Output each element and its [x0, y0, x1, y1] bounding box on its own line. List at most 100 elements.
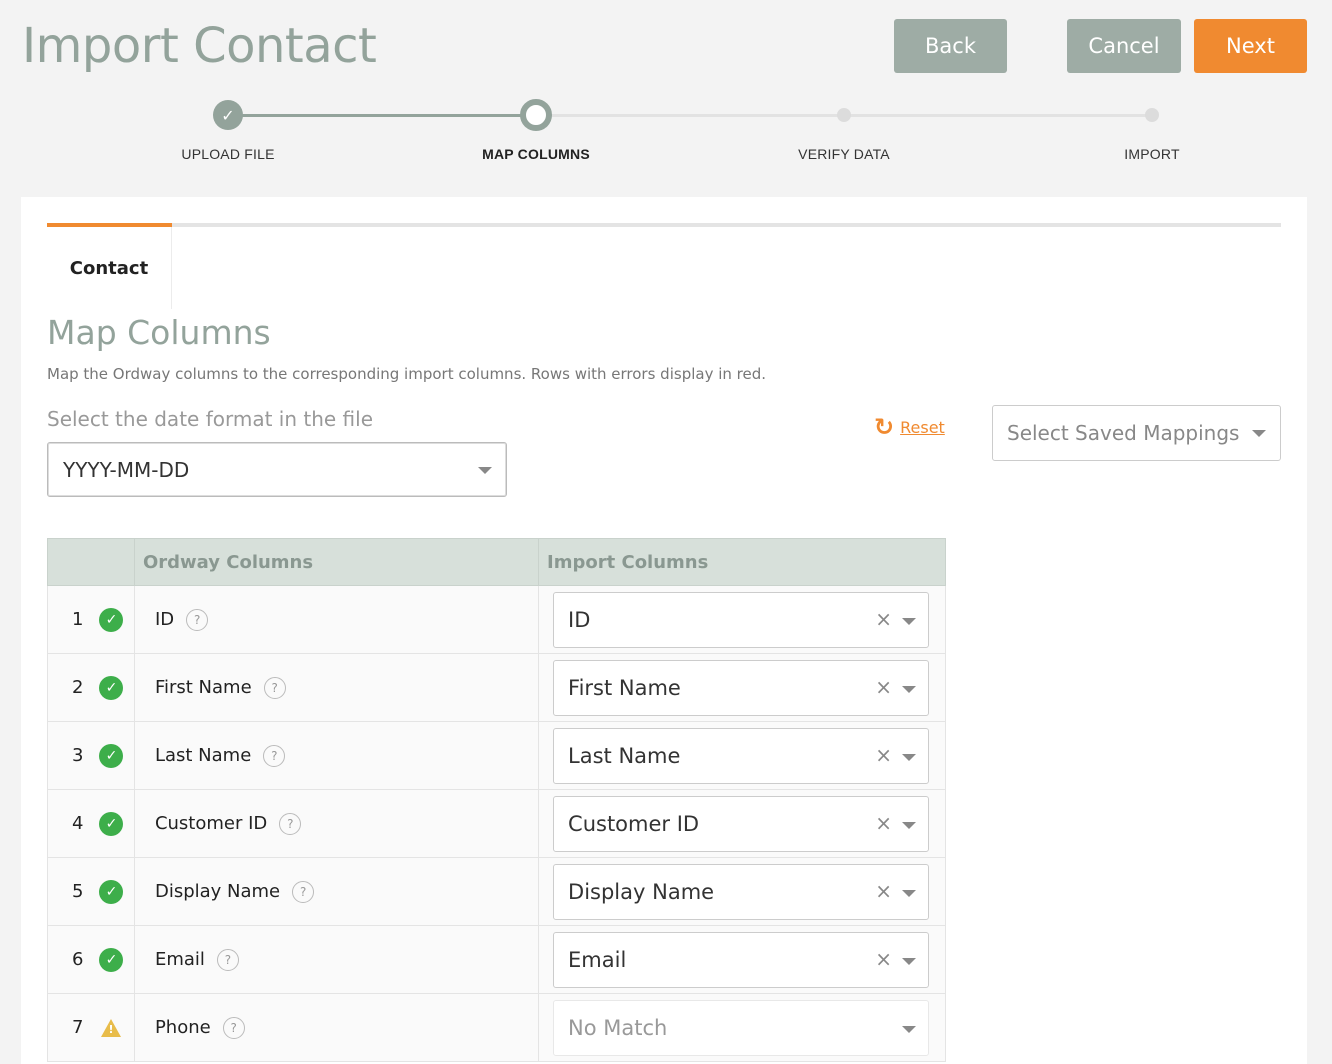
- help-icon[interactable]: ?: [186, 608, 209, 631]
- row-number: 2: [72, 677, 84, 698]
- ordway-column-cell: First Name ?: [133, 653, 540, 722]
- step-current-indicator: [520, 99, 552, 131]
- step-connector: [536, 114, 844, 117]
- saved-mappings-select[interactable]: Select Saved Mappings: [992, 405, 1281, 461]
- ordway-column-name: Customer ID: [154, 813, 268, 834]
- tab-contact[interactable]: Contact: [47, 227, 172, 309]
- section-description: Map the Ordway columns to the correspond…: [47, 365, 767, 383]
- row-number-cell: 6 ✓: [47, 925, 135, 994]
- row-number-cell: 3 ✓: [47, 721, 135, 790]
- check-circle-icon: ✓: [99, 947, 124, 972]
- next-button[interactable]: Next: [1194, 19, 1307, 73]
- import-column-value: First Name: [568, 675, 681, 700]
- import-column-cell: No Match: [538, 993, 946, 1062]
- column-header-import: Import Columns: [538, 538, 946, 586]
- chevron-down-icon: [902, 821, 917, 829]
- check-circle-icon: ✓: [99, 675, 124, 700]
- step-label-map-columns: MAP COLUMNS: [482, 146, 590, 162]
- table-row: 7 ! Phone ? No Match: [47, 993, 946, 1062]
- clear-icon[interactable]: ×: [875, 947, 892, 971]
- date-format-label: Select the date format in the file: [47, 407, 374, 431]
- import-column-cell: Email ×: [538, 925, 946, 994]
- import-column-value: Last Name: [568, 743, 681, 768]
- chevron-down-icon: [902, 1025, 917, 1033]
- ordway-column-cell: Display Name ?: [133, 857, 540, 926]
- table-row: 5 ✓ Display Name ? Display Name ×: [47, 857, 946, 926]
- row-number: 3: [72, 745, 84, 766]
- step-connector: [844, 114, 1152, 117]
- progress-stepper: ✓ UPLOAD FILE MAP COLUMNS VERIFY DATA IM…: [0, 96, 1332, 176]
- import-column-select[interactable]: Customer ID ×: [553, 795, 930, 852]
- chevron-down-icon: [1252, 430, 1266, 437]
- cancel-button[interactable]: Cancel: [1067, 19, 1181, 73]
- ordway-column-cell: Phone ?: [133, 993, 540, 1062]
- import-column-value: Email: [568, 947, 627, 972]
- help-icon[interactable]: ?: [279, 812, 302, 835]
- help-icon[interactable]: ?: [216, 948, 239, 971]
- ordway-column-name: Email: [154, 949, 205, 970]
- date-format-select[interactable]: YYYY-MM-DD: [47, 442, 507, 497]
- import-column-cell: First Name ×: [538, 653, 946, 722]
- reset-link[interactable]: ↻ Reset: [874, 415, 945, 439]
- import-column-value: No Match: [568, 1015, 668, 1040]
- help-icon[interactable]: ?: [222, 1016, 245, 1039]
- import-column-value: Customer ID: [568, 811, 700, 836]
- warning-icon: !: [101, 1018, 122, 1037]
- step-pending-indicator: [837, 108, 851, 122]
- step-connector: [228, 114, 536, 117]
- table-row: 1 ✓ ID ? ID ×: [47, 585, 946, 654]
- help-icon[interactable]: ?: [292, 880, 315, 903]
- clear-icon[interactable]: ×: [875, 811, 892, 835]
- column-header-ordway: Ordway Columns: [133, 538, 540, 586]
- ordway-column-name: Display Name: [154, 881, 281, 902]
- date-format-value: YYYY-MM-DD: [63, 457, 190, 482]
- back-button[interactable]: Back: [894, 19, 1007, 73]
- row-number-cell: 7 !: [47, 993, 135, 1062]
- clear-icon[interactable]: ×: [875, 675, 892, 699]
- row-number-cell: 5 ✓: [47, 857, 135, 926]
- check-circle-icon: ✓: [99, 879, 124, 904]
- ordway-column-cell: ID ?: [133, 585, 540, 654]
- check-circle-icon: ✓: [99, 811, 124, 836]
- step-label-verify-data: VERIFY DATA: [798, 146, 890, 162]
- import-column-select[interactable]: ID ×: [553, 591, 930, 648]
- chevron-down-icon: [478, 467, 492, 474]
- table-row: 6 ✓ Email ? Email ×: [47, 925, 946, 994]
- table-row: 2 ✓ First Name ? First Name ×: [47, 653, 946, 722]
- import-column-cell: Last Name ×: [538, 721, 946, 790]
- chevron-down-icon: [902, 889, 917, 897]
- row-number-cell: 1 ✓: [47, 585, 135, 654]
- import-column-select[interactable]: Last Name ×: [553, 727, 930, 784]
- clear-icon[interactable]: ×: [875, 743, 892, 767]
- clear-icon[interactable]: ×: [875, 607, 892, 631]
- table-header-row: Ordway Columns Import Columns: [47, 538, 946, 586]
- section-title: Map Columns: [47, 313, 271, 352]
- step-pending-indicator: [1145, 108, 1159, 122]
- step-label-upload-file: UPLOAD FILE: [181, 146, 275, 162]
- tab-bar: [47, 223, 1281, 227]
- import-column-select[interactable]: Email ×: [553, 931, 930, 988]
- step-label-import: IMPORT: [1124, 146, 1180, 162]
- import-column-value: ID: [568, 607, 591, 632]
- column-mapping-table: Ordway Columns Import Columns 1 ✓ ID ? I…: [47, 538, 946, 1062]
- ordway-column-name: ID: [154, 609, 175, 630]
- clear-icon[interactable]: ×: [875, 879, 892, 903]
- import-column-select[interactable]: Display Name ×: [553, 863, 930, 920]
- column-header-number: [47, 538, 135, 586]
- refresh-icon: ↻: [874, 413, 895, 441]
- import-column-cell: Customer ID ×: [538, 789, 946, 858]
- import-column-cell: ID ×: [538, 585, 946, 654]
- ordway-column-cell: Last Name ?: [133, 721, 540, 790]
- row-number: 7: [72, 1017, 84, 1038]
- import-column-select[interactable]: First Name ×: [553, 659, 930, 716]
- help-icon[interactable]: ?: [263, 676, 286, 699]
- chevron-down-icon: [902, 957, 917, 965]
- row-number: 4: [72, 813, 84, 834]
- chevron-down-icon: [902, 685, 917, 693]
- import-column-select[interactable]: No Match: [553, 999, 930, 1056]
- chevron-down-icon: [902, 753, 917, 761]
- help-icon[interactable]: ?: [263, 744, 286, 767]
- ordway-column-cell: Email ?: [133, 925, 540, 994]
- check-circle-icon: ✓: [99, 743, 124, 768]
- row-number: 5: [72, 881, 84, 902]
